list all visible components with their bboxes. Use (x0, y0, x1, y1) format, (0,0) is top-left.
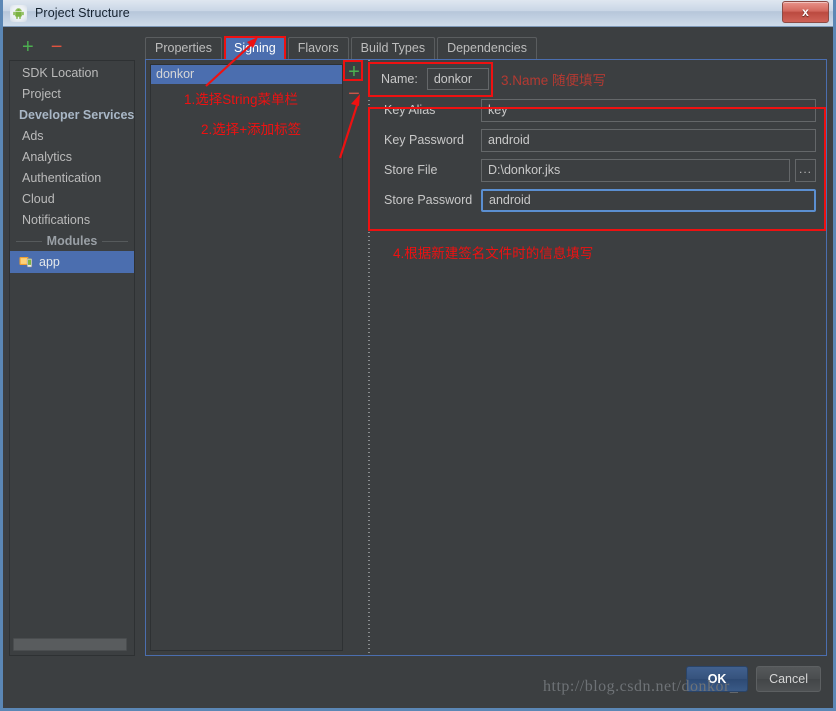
cancel-button[interactable]: Cancel (756, 666, 821, 692)
tab-strip: Properties Signing Flavors Build Types D… (145, 34, 827, 63)
store-file-row: Store File ... (381, 158, 816, 182)
close-icon: x (802, 5, 809, 19)
right-column: Properties Signing Flavors Build Types D… (145, 34, 827, 656)
sidebar-item-analytics[interactable]: Analytics (10, 147, 134, 168)
sidebar-item-notifications[interactable]: Notifications (10, 210, 134, 231)
browse-store-file-button[interactable]: ... (795, 158, 816, 182)
store-password-input[interactable] (481, 188, 816, 212)
signing-list-buttons: + − (343, 60, 365, 655)
separator-line-left (16, 240, 42, 242)
ok-button[interactable]: OK (686, 666, 749, 692)
store-password-row: Store Password (381, 188, 816, 212)
sidebar: SDK Location Project Developer Services … (9, 60, 135, 656)
android-module-icon (19, 256, 33, 267)
tab-signing[interactable]: Signing (223, 37, 286, 59)
sidebar-item-cloud[interactable]: Cloud (10, 189, 134, 210)
signing-config-list: donkor (150, 64, 343, 651)
key-alias-input[interactable] (481, 98, 816, 122)
name-row: Name: (381, 68, 816, 90)
key-password-input[interactable] (481, 128, 816, 152)
store-file-label: Store File (384, 163, 438, 177)
annotation-text-4: 4.根据新建签名文件时的信息填写 (393, 246, 594, 261)
android-robot-icon (10, 4, 27, 22)
dialog-body: + − SDK Location Project Developer Servi… (3, 27, 833, 656)
panel-splitter[interactable] (365, 60, 373, 655)
sidebar-item-ads[interactable]: Ads (10, 126, 134, 147)
remove-module-button[interactable]: − (51, 37, 63, 57)
remove-signing-config-button[interactable]: − (348, 84, 360, 104)
sidebar-list: SDK Location Project Developer Services … (10, 61, 134, 633)
add-signing-config-button[interactable]: + (348, 62, 360, 82)
sidebar-item-authentication[interactable]: Authentication (10, 168, 134, 189)
sidebar-horizontal-scrollbar[interactable] (10, 633, 134, 655)
store-password-label: Store Password (384, 193, 473, 207)
list-item[interactable]: donkor (151, 65, 342, 84)
key-password-row: Key Password (381, 128, 816, 152)
signing-fields: Key Alias Key Password Store File ... (381, 98, 816, 212)
sidebar-item-project[interactable]: Project (10, 84, 134, 105)
left-column: + − SDK Location Project Developer Servi… (9, 34, 135, 656)
close-button[interactable]: x (782, 1, 829, 23)
key-password-label: Key Password (384, 133, 464, 147)
sidebar-item-app-label: app (39, 255, 60, 269)
sidebar-group-developer-services: Developer Services (19, 108, 134, 122)
key-alias-label: Key Alias (384, 103, 436, 117)
separator-line-right (102, 240, 129, 242)
key-alias-row: Key Alias (381, 98, 816, 122)
store-file-input[interactable] (481, 158, 790, 182)
tab-flavors[interactable]: Flavors (287, 37, 349, 59)
window-title: Project Structure (35, 6, 130, 20)
scrollbar-thumb[interactable] (13, 637, 127, 651)
title-bar: Project Structure x (3, 0, 833, 27)
modules-separator-label: Modules (46, 234, 98, 248)
tab-properties[interactable]: Properties (145, 37, 222, 59)
signing-panel: donkor + − Name: donkor Key Alias key Ke… (145, 37, 827, 656)
tab-build-types[interactable]: Build Types (350, 37, 436, 59)
sidebar-item-app[interactable]: app (10, 251, 134, 273)
tab-dependencies[interactable]: Dependencies (437, 37, 537, 59)
sidebar-toolbar: + − (9, 34, 135, 60)
sidebar-item-sdk-location[interactable]: SDK Location (10, 63, 134, 84)
add-module-button[interactable]: + (22, 37, 34, 57)
signing-config-list-wrap: donkor (146, 60, 343, 655)
signing-form: Name: Key Alias Key Password (368, 60, 826, 655)
project-structure-dialog: Project Structure x + − SDK Location Pro… (0, 0, 836, 711)
modules-separator: Modules (10, 231, 134, 251)
dialog-footer: http://blog.csdn.net/donkor_ OK Cancel (3, 656, 833, 708)
name-label: Name: (381, 72, 418, 86)
name-input[interactable] (426, 68, 489, 90)
